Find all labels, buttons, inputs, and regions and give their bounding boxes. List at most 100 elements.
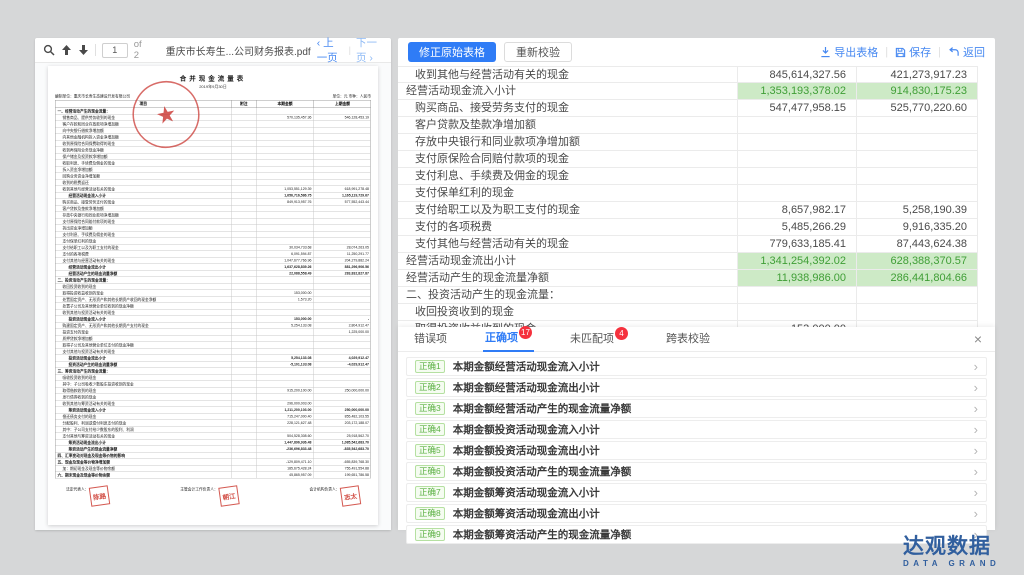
table-row[interactable]: 客户贷款及垫款净增加额 [398,117,995,134]
table-row[interactable]: 二、投资活动产生的现金流量： [398,287,995,304]
table-row[interactable]: 存放中央银行和同业款项净增加额 [398,134,995,151]
export-table-button[interactable]: 导出表格 [820,44,878,60]
row-label: 客户贷款及垫款净增加额 [398,117,738,134]
fix-original-table-button[interactable]: 修正原始表格 [408,42,496,62]
correct-tag: 正确9 [415,528,445,541]
chevron-right-icon: › [974,423,978,436]
pdf-unit: 单位：元 币种：人民币 [332,94,371,100]
row-gutter [978,202,995,219]
current-amount [738,287,857,304]
table-row[interactable]: 支付的各项税费5,485,266.299,916,335.20 [398,219,995,236]
row-label: 经营活动现金流出小计 [398,253,738,270]
current-amount [738,304,857,321]
table-toolbar: 修正原始表格 重新校验 导出表格 | 保存 | 返回 [398,38,995,66]
current-amount: 845,614,327.56 [738,66,857,83]
current-amount: 779,633,185.41 [738,236,857,253]
table-row[interactable]: 支付给职工以及为职工支付的现金8,657,982.175,258,190.39 [398,202,995,219]
correct-item[interactable]: 正确4本期金额投资活动现金流入小计› [406,420,987,439]
pdf-viewport[interactable]: 合并现金流量表 2019年9月30日 编制单位：重庆市长寿生态建设开发有限公司 … [35,63,391,530]
correct-item[interactable]: 正确7本期金额筹资活动现金流入小计› [406,483,987,502]
table-row[interactable]: 支付保单红利的现金 [398,185,995,202]
current-amount: 8,657,982.17 [738,202,857,219]
row-gutter [978,219,995,236]
pdf-viewer-panel: of 2 重庆市长寿生...公司财务报表.pdf ‹ 上一页 | 下一页 › 合… [35,38,391,530]
prior-amount [857,134,978,151]
prior-amount [857,304,978,321]
row-gutter [978,270,995,287]
row-gutter [978,66,995,83]
item-label: 本期金额筹资活动现金流出小计 [453,506,600,521]
current-amount [738,151,857,168]
unmatched-count-badge: 4 [615,327,628,340]
table-row[interactable]: 收到其他与经营活动有关的现金845,614,327.56421,273,917.… [398,66,995,83]
table-row[interactable]: 收回投资收到的现金 [398,304,995,321]
signature-stamp: 陈路 [89,485,110,506]
revalidate-button[interactable]: 重新校验 [504,42,572,62]
prior-amount [857,168,978,185]
correct-items-list: 正确1本期金额经营活动现金流入小计› 正确2本期金额经营活动现金流出小计› 正确3本… [398,352,995,544]
zoom-icon[interactable] [43,44,55,56]
row-gutter [978,304,995,321]
pdf-company: 编制单位：重庆市长寿生态建设开发有限公司 [55,94,130,100]
item-label: 本期金额经营活动产生的现金流量净额 [453,401,632,416]
row-label: 经营活动产生的现金流量净额 [398,270,738,287]
toolbar-divider [95,44,96,56]
toolbar-links: 导出表格 | 保存 | 返回 [820,44,985,60]
table-row[interactable]: 经营活动现金流出小计1,341,254,392.02628,388,370.57 [398,253,995,270]
table-row[interactable]: 支付原保险合同赔付款项的现金 [398,151,995,168]
page-number-input[interactable] [102,43,128,58]
current-amount [738,117,857,134]
return-icon [948,47,960,58]
row-gutter [978,236,995,253]
row-label: 支付其他与经营活动有关的现金 [398,236,738,253]
item-label: 本期金额筹资活动现金流入小计 [453,485,600,500]
table-row[interactable]: 支付其他与经营活动有关的现金779,633,185.4187,443,624.3… [398,236,995,253]
correct-item[interactable]: 正确6本期金额投资活动产生的现金流量净额› [406,462,987,481]
prior-amount [857,287,978,304]
chevron-right-icon: › [974,507,978,520]
prior-amount: 87,443,624.38 [857,236,978,253]
app: of 2 重庆市长寿生...公司财务报表.pdf ‹ 上一页 | 下一页 › 合… [0,0,1024,575]
row-gutter [978,185,995,202]
page-up-icon[interactable] [61,44,72,56]
table-row[interactable]: 购买商品、接受劳务支付的现金547,477,958.15525,770,220.… [398,100,995,117]
tab-errors[interactable]: 错误项 [412,326,449,351]
validation-panel: 错误项 正确项17 未匹配项4 跨表校验 × 正确1本期金额经营活动现金流入小计… [398,327,995,530]
row-gutter [978,168,995,185]
tab-correct[interactable]: 正确项17 [483,325,534,352]
correct-item[interactable]: 正确8本期金额筹资活动现金流出小计› [406,504,987,523]
page-down-icon[interactable] [78,44,89,56]
row-label: 支付给职工以及为职工支付的现金 [398,202,738,219]
validation-tabs: 错误项 正确项17 未匹配项4 跨表校验 × [398,327,995,352]
prior-amount: 286,441,804.66 [857,270,978,287]
logo-en-text: DATA GRAND [903,559,1000,568]
prev-page-button[interactable]: ‹ 上一页 [317,35,344,65]
prior-amount: 9,916,335.20 [857,219,978,236]
table-row[interactable]: 经营活动产生的现金流量净额11,938,986.00286,441,804.66 [398,270,995,287]
table-row[interactable]: 经营活动现金流入小计1,353,193,378.02914,830,175.23 [398,83,995,100]
tab-cross-table[interactable]: 跨表校验 [664,326,712,351]
current-amount [738,185,857,202]
prior-amount: 5,258,190.39 [857,202,978,219]
correct-item[interactable]: 正确9本期金额筹资活动产生的现金流量净额› [406,525,987,544]
current-amount [738,168,857,185]
prior-amount: 421,273,917.23 [857,66,978,83]
row-gutter [978,100,995,117]
table-row[interactable]: 支付利息、手续费及佣金的现金 [398,168,995,185]
current-amount: 547,477,958.15 [738,100,857,117]
next-page-button[interactable]: 下一页 › [356,35,383,65]
correct-item[interactable]: 正确5本期金额投资活动现金流出小计› [406,441,987,460]
nav-divider: | [349,45,351,55]
close-panel-icon[interactable]: × [974,331,982,347]
back-button[interactable]: 返回 [948,44,985,60]
tab-unmatched[interactable]: 未匹配项4 [568,326,630,351]
row-label: 收回投资收到的现金 [398,304,738,321]
current-amount: 1,353,193,378.02 [738,83,857,100]
row-label: 收到其他与经营活动有关的现金 [398,66,738,83]
correct-item[interactable]: 正确1本期金额经营活动现金流入小计› [406,357,987,376]
pdf-table-row: 六、期末现金及现金等价物余额45,865,957.09199,651,786.5… [56,472,371,479]
row-label: 支付的各项税费 [398,219,738,236]
save-button[interactable]: 保存 [895,44,931,60]
correct-item[interactable]: 正确3本期金额经营活动产生的现金流量净额› [406,399,987,418]
correct-item[interactable]: 正确2本期金额经营活动现金流出小计› [406,378,987,397]
